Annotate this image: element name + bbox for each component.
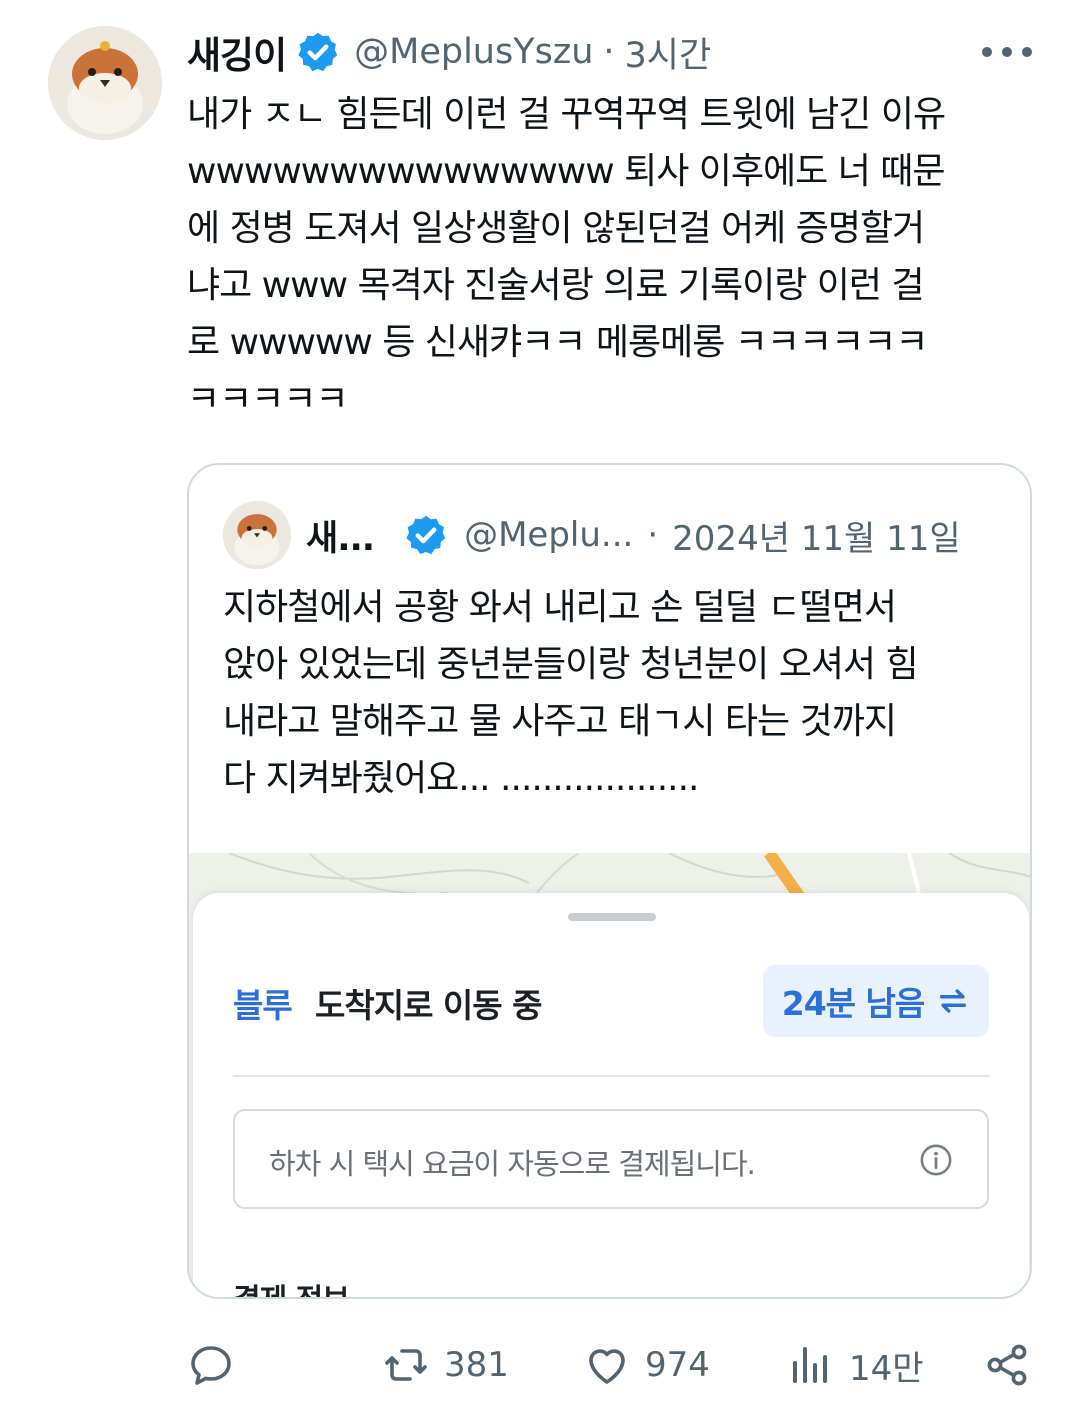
- share-icon: [987, 1344, 1027, 1386]
- display-name[interactable]: 새깅이: [187, 25, 287, 79]
- views-icon: [793, 1347, 827, 1383]
- quoted-text: 지하철에서 공황 와서 내리고 손 덜덜 ㄷ떨면서 앉아 있었는데 중년분들이랑…: [223, 587, 919, 799]
- action-bar: 381 974 14만: [187, 1330, 1037, 1400]
- more-icon[interactable]: [982, 40, 1032, 64]
- share-button[interactable]: [983, 1330, 1031, 1400]
- divider: [233, 1075, 989, 1077]
- quoted-tweet[interactable]: 새... @Meplu... · 2024년 11월 11일 지하철에서 공황 …: [187, 463, 1032, 1299]
- quoted-avatar[interactable]: [223, 501, 291, 569]
- verified-badge-icon: [406, 515, 446, 555]
- reply-button[interactable]: [187, 1330, 249, 1400]
- more-dot: [1022, 47, 1032, 57]
- retweet-button[interactable]: 381: [382, 1330, 509, 1400]
- more-dot: [1002, 47, 1012, 57]
- payment-notice: 하차 시 택시 요금이 자동으로 결제됩니다.: [233, 1109, 989, 1209]
- quoted-date[interactable]: 2024년 11월 11일: [672, 511, 961, 560]
- like-count: 974: [645, 1345, 710, 1385]
- notice-text: 하차 시 택시 요금이 자동으로 결제됩니다.: [269, 1147, 756, 1181]
- quoted-avatar-image: [223, 501, 291, 569]
- separator: ·: [603, 32, 615, 72]
- more-dot: [982, 47, 992, 57]
- quoted-header: 새... @Meplu... · 2024년 11월 11일: [306, 509, 961, 561]
- retweet-count: 381: [444, 1345, 509, 1385]
- like-icon: [589, 1349, 625, 1384]
- like-button[interactable]: 974: [583, 1330, 710, 1400]
- timestamp[interactable]: 3시간: [625, 27, 712, 78]
- bottom-sheet: 블루 도착지로 이동 중 24분 남음 하차 시 택시 요금이 자동으로 결제됩…: [193, 893, 1029, 1297]
- reply-icon: [191, 1346, 231, 1385]
- views-button[interactable]: 14만: [787, 1330, 924, 1400]
- info-icon: [920, 1144, 952, 1176]
- view-count: 14만: [849, 1348, 924, 1389]
- eta-text: 24분 남음: [781, 984, 925, 1023]
- avatar-image: [48, 26, 162, 140]
- verified-badge-icon: [298, 32, 338, 72]
- avatar[interactable]: [48, 26, 162, 140]
- eta-pill: 24분 남음: [763, 965, 989, 1037]
- status-accent: 블루: [233, 986, 293, 1025]
- quoted-handle[interactable]: @Meplu...: [464, 515, 633, 555]
- separator: ·: [647, 515, 659, 555]
- section-label: 결제 정보: [233, 1275, 350, 1297]
- drag-handle: [568, 913, 656, 921]
- swap-icon: [940, 989, 967, 1013]
- handle[interactable]: @MeplusYszu: [354, 32, 593, 72]
- status-text: 도착지로 이동 중: [315, 986, 542, 1025]
- tweet-text: 내가 ㅈㄴ 힘든데 이런 걸 꾸역꾸역 트윗에 남긴 이유 wwwwwwwwww…: [187, 94, 946, 420]
- attached-screenshot[interactable]: 블루 도착지로 이동 중 24분 남음 하차 시 택시 요금이 자동으로 결제됩…: [189, 853, 1030, 1297]
- quoted-display-name[interactable]: 새...: [306, 510, 375, 561]
- tweet-header: 새깅이 @MeplusYszu · 3시간: [187, 26, 711, 78]
- retweet-icon: [385, 1349, 427, 1381]
